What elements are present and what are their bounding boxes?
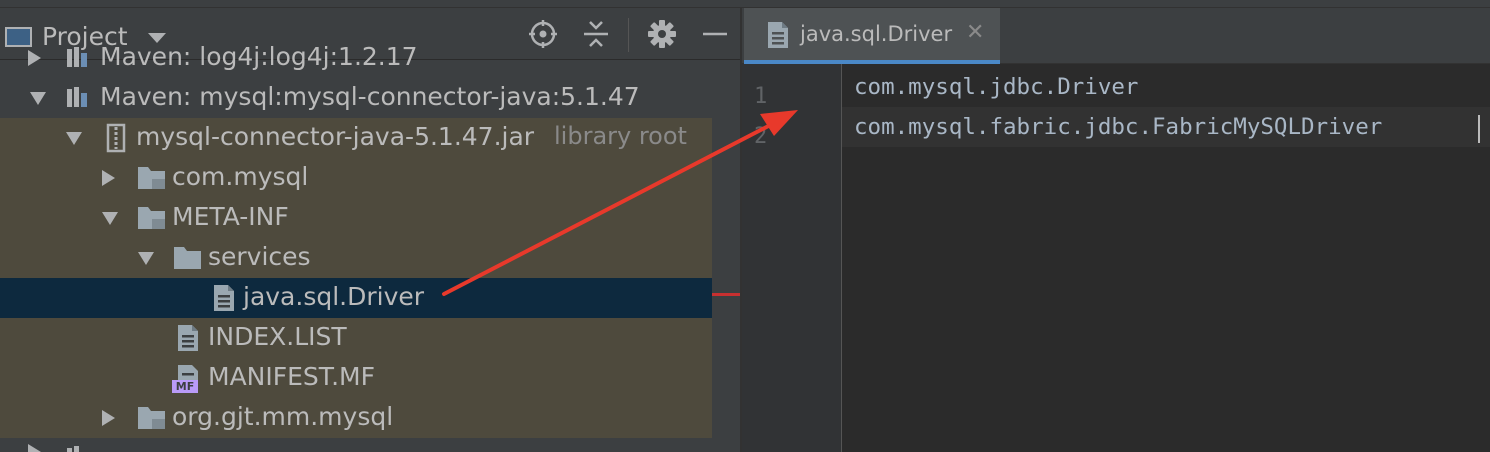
manifest-badge: MF [172,380,198,393]
library-root-hint: library root [554,122,687,150]
text-file-icon [174,323,202,357]
tree-row-maven-log4j[interactable]: Maven: log4j:log4j:1.2.17 [0,38,712,78]
close-icon[interactable]: ✕ [966,20,984,45]
line-number: 2 [754,124,768,149]
tree-row-manifest[interactable]: MF MANIFEST.MF [0,358,712,398]
editor-tab-java-sql-driver[interactable]: java.sql.Driver ✕ [744,8,1000,64]
tree-row-label: services [208,242,311,271]
tree-row-services[interactable]: services [0,238,712,278]
window-top-strip [0,0,1490,8]
project-tree: Maven: log4j:log4j:1.2.17 Maven: mysql:m… [0,42,712,452]
text-caret [1478,115,1480,143]
tree-row-maven-mysql[interactable]: Maven: mysql:mysql-connector-java:5.1.47 [0,78,712,118]
line-number-gutter: 1 2 [742,64,842,452]
manifest-file-icon: MF [172,363,202,395]
tree-row-label: java.sql.Driver [243,282,425,311]
tree-row-clipped [0,440,712,452]
jar-archive-icon [102,123,130,157]
expand-arrow-icon[interactable] [28,50,41,66]
library-icon [64,83,92,115]
collapse-arrow-icon[interactable] [102,212,118,225]
tree-row-index-list[interactable]: INDEX.LIST [0,318,712,358]
tree-row-label: Maven: mysql:mysql-connector-java:5.1.47 [100,82,640,111]
line-number: 1 [754,84,768,109]
text-file-icon [764,20,792,54]
tree-row-com-mysql[interactable]: com.mysql [0,158,712,198]
editor-pane: java.sql.Driver ✕ 1 2 com.mysql.jdbc.Dri… [740,8,1490,452]
code-line[interactable]: com.mysql.jdbc.Driver [854,74,1138,100]
library-icon [64,43,92,75]
package-folder-icon [136,403,168,435]
tree-row-label: Maven: log4j:log4j:1.2.17 [100,42,418,71]
tab-label: java.sql.Driver [800,22,953,46]
tree-row-meta-inf[interactable]: META-INF [0,198,712,238]
code-line[interactable]: com.mysql.fabric.jdbc.FabricMySQLDriver [854,114,1382,140]
library-icon [64,442,92,452]
editor-tab-bar: java.sql.Driver ✕ [742,8,1490,64]
tree-row-label: com.mysql [172,162,309,191]
tree-row-label: MANIFEST.MF [208,362,375,391]
text-file-icon [210,283,238,317]
expand-arrow-icon[interactable] [102,410,115,426]
package-folder-icon [136,203,168,235]
package-folder-icon [136,163,168,195]
expand-arrow-icon [28,444,41,452]
scroll-marker [712,293,740,296]
collapse-arrow-icon[interactable] [30,92,46,105]
tree-row-label: mysql-connector-java-5.1.47.jar [136,122,535,151]
collapse-arrow-icon[interactable] [138,252,154,265]
project-tool-window: Project Maven: log4j:log4j:1.2.17 Maven:… [0,0,740,452]
tree-row-org-gjt[interactable]: org.gjt.mm.mysql [0,398,712,438]
tree-row-jar[interactable]: mysql-connector-java-5.1.47.jar library … [0,118,712,158]
tree-row-label: META-INF [172,202,289,231]
tree-row-java-sql-driver[interactable]: java.sql.Driver [0,278,712,318]
tree-row-label: INDEX.LIST [208,322,347,351]
expand-arrow-icon[interactable] [102,170,115,186]
folder-icon [172,243,204,275]
tree-row-label: org.gjt.mm.mysql [172,402,394,431]
collapse-arrow-icon[interactable] [66,132,82,145]
